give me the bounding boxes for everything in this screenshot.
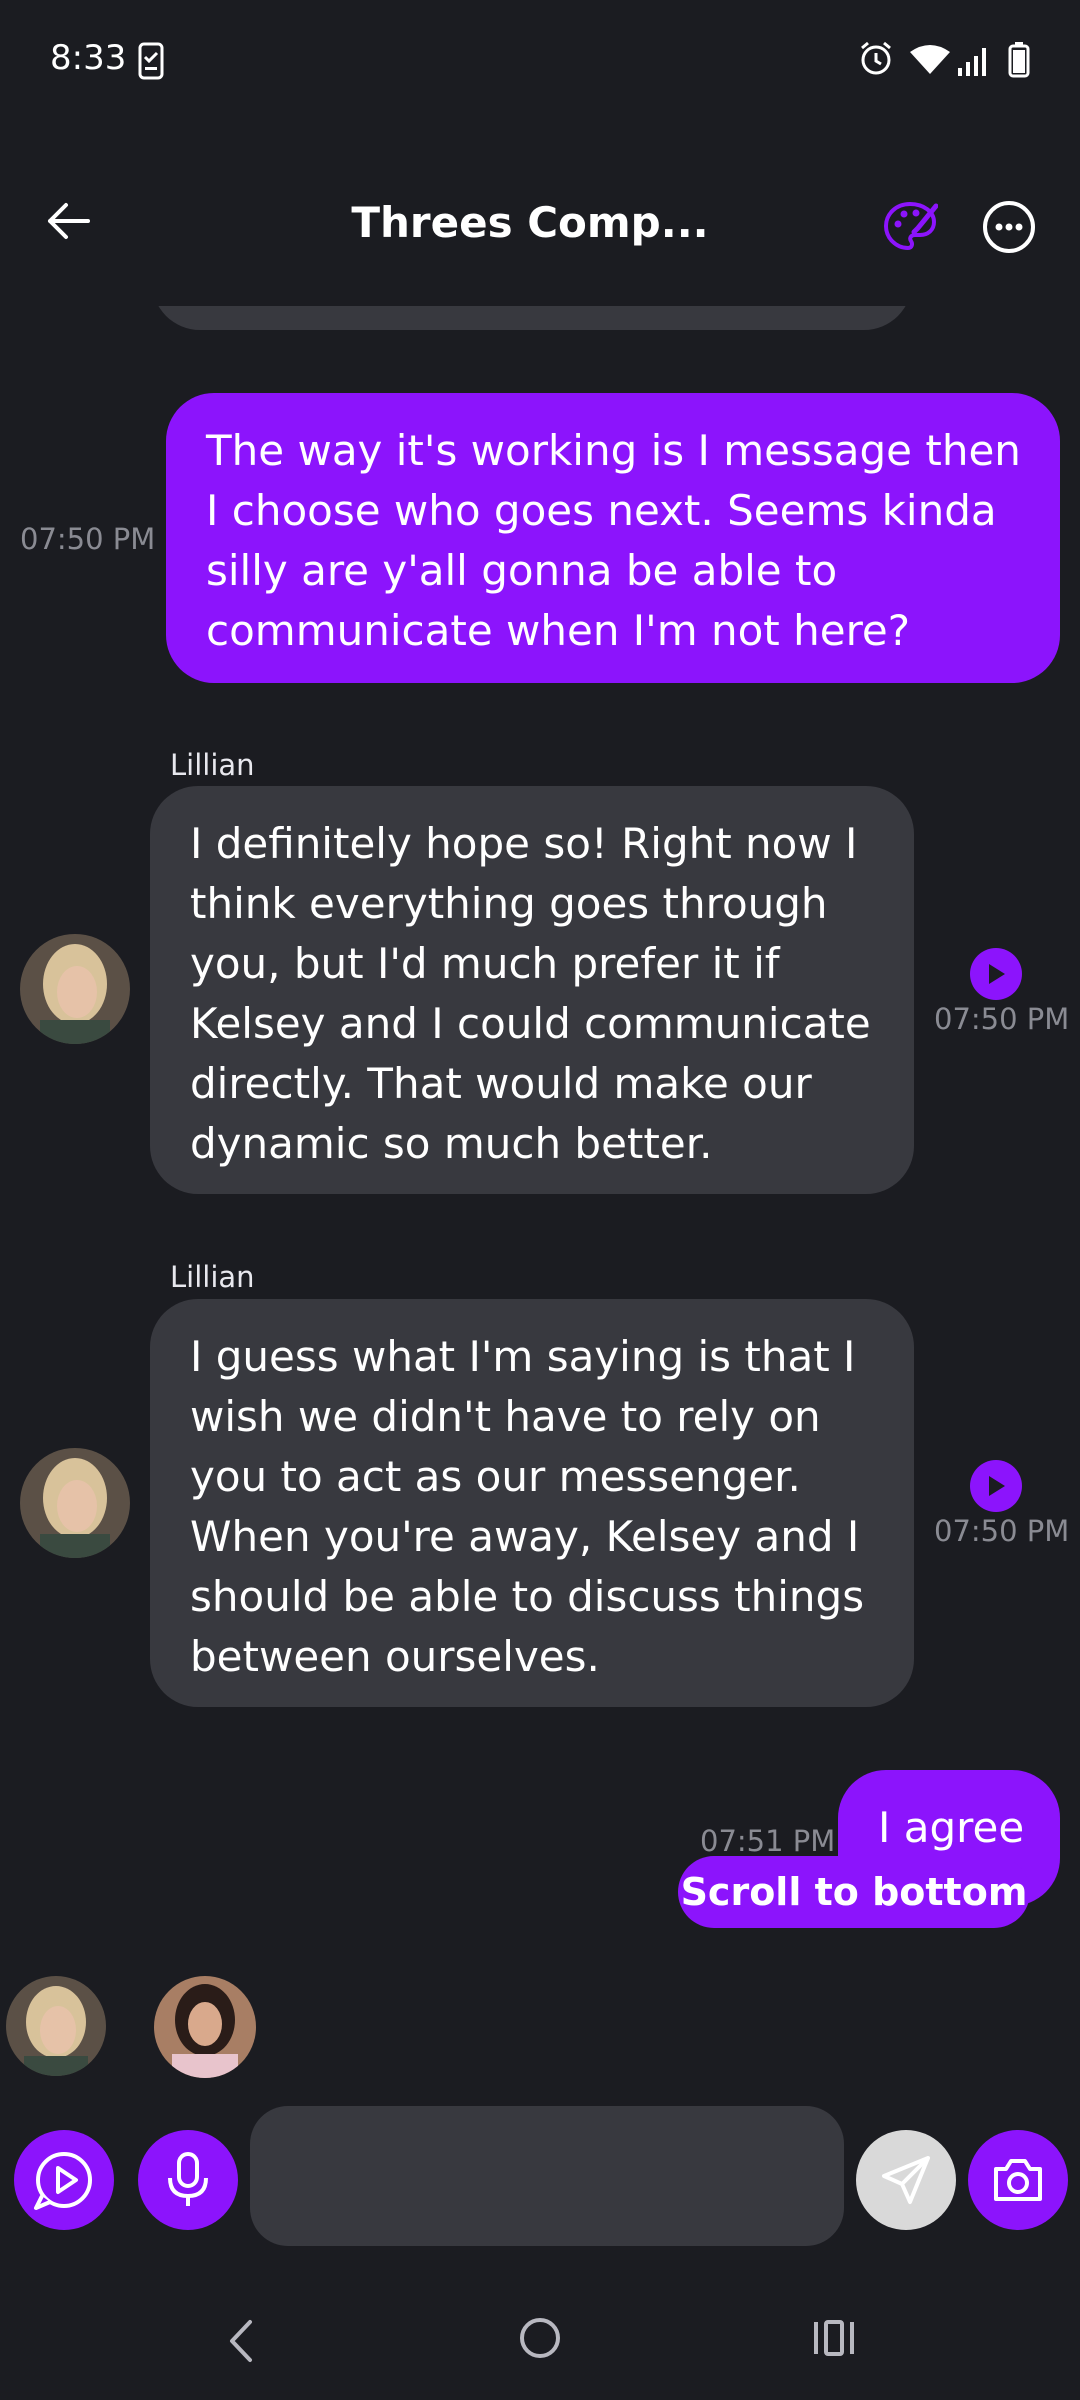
outgoing-message-bubble[interactable]: The way it's working is I message then I… — [166, 393, 1060, 683]
camera-button[interactable] — [968, 2130, 1068, 2230]
status-time: 8:33 — [50, 38, 127, 78]
scroll-to-bottom-button[interactable]: Scroll to bottom — [678, 1856, 1030, 1928]
message-input[interactable] — [250, 2106, 844, 2246]
chat-title: Threes Comp... — [351, 198, 709, 247]
message-time: 07:50 PM — [934, 1514, 1070, 1548]
nav-recents-icon[interactable] — [812, 2318, 856, 2362]
message-time: 07:50 PM — [934, 1002, 1070, 1036]
nav-home-icon[interactable] — [518, 2316, 562, 2364]
lillian-avatar[interactable] — [20, 1448, 130, 1558]
microphone-button[interactable] — [138, 2130, 238, 2230]
more-options-button[interactable] — [982, 200, 1036, 258]
previous-message-bubble — [152, 306, 912, 330]
signal-icon — [956, 44, 992, 80]
sender-name: Lillian — [170, 748, 255, 782]
send-button[interactable] — [856, 2130, 956, 2230]
theme-palette-button[interactable] — [882, 198, 939, 258]
alarm-icon — [858, 40, 894, 80]
battery-icon — [1008, 42, 1030, 82]
participant-avatar-lillian[interactable] — [6, 1976, 106, 2076]
nav-back-icon[interactable] — [226, 2318, 256, 2368]
incoming-message-bubble[interactable]: I guess what I'm saying is that I wish w… — [150, 1299, 914, 1707]
task-checklist-icon — [138, 42, 164, 84]
play-audio-button[interactable] — [970, 948, 1022, 1000]
play-scene-button[interactable] — [14, 2130, 114, 2230]
participant-avatar-kelsey[interactable] — [154, 1976, 256, 2078]
message-time: 07:51 PM — [700, 1824, 836, 1858]
lillian-avatar[interactable] — [20, 934, 130, 1044]
back-button[interactable] — [40, 196, 100, 250]
wifi-icon — [910, 44, 950, 80]
message-time: 07:50 PM — [20, 522, 156, 556]
sender-name: Lillian — [170, 1260, 255, 1294]
play-audio-button[interactable] — [970, 1460, 1022, 1512]
incoming-message-bubble[interactable]: I definitely hope so! Right now I think … — [150, 786, 914, 1194]
